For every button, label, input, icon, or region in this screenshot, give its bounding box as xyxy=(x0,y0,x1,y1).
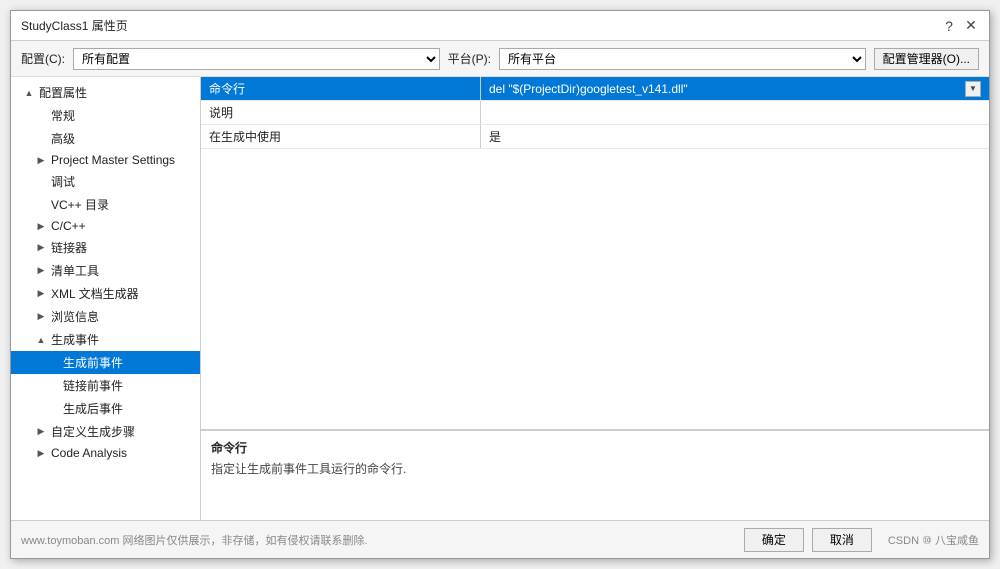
config-manager-button[interactable]: 配置管理器(O)... xyxy=(874,48,979,70)
tree-label-post-build: 生成后事件 xyxy=(63,400,123,417)
tree-item-root[interactable]: ▲ 配置属性 xyxy=(11,81,200,104)
tree-item-xml-gen[interactable]: ▶ XML 文档生成器 xyxy=(11,282,200,305)
title-buttons: ? ✕ xyxy=(941,18,979,34)
prop-name-use-in-build: 在生成中使用 xyxy=(201,125,481,148)
tree-toggle-custom-build: ▶ xyxy=(35,426,47,438)
platform-select[interactable]: 所有平台 xyxy=(499,48,866,70)
tree-item-code-analysis[interactable]: ▶ Code Analysis xyxy=(11,443,200,463)
prop-value-description xyxy=(481,101,989,124)
tree-toggle-manifest: ▶ xyxy=(35,265,47,277)
tree-label-code-analysis: Code Analysis xyxy=(51,446,127,460)
tree-panel: ▲ 配置属性常规高级 ▶ Project Master Settings 调试 VC++ … xyxy=(11,77,201,520)
tree-label-link-event: 链接前事件 xyxy=(63,377,123,394)
config-select[interactable]: 所有配置 xyxy=(73,48,440,70)
tree-spacer-post-build xyxy=(47,403,59,415)
tree-toggle-cpp: ▶ xyxy=(35,220,47,232)
tree-spacer-debug xyxy=(35,176,47,188)
content-panel: 命令行del "$(ProjectDir)googletest_v141.dll… xyxy=(201,77,989,520)
title-bar: StudyClass1 属性页 ? ✕ xyxy=(11,11,989,41)
tree-item-project-master[interactable]: ▶ Project Master Settings xyxy=(11,150,200,170)
tree-label-advanced: 高级 xyxy=(51,130,75,147)
tree-label-general: 常规 xyxy=(51,107,75,124)
tree-item-debug[interactable]: 调试 xyxy=(11,170,200,193)
tree-toggle-xml-gen: ▶ xyxy=(35,288,47,300)
property-grid: 命令行del "$(ProjectDir)googletest_v141.dll… xyxy=(201,77,989,430)
prop-value-text-use-in-build: 是 xyxy=(489,128,501,145)
close-button[interactable]: ✕ xyxy=(963,18,979,34)
tree-item-manifest[interactable]: ▶ 清单工具 xyxy=(11,259,200,282)
bottom-right-label: CSDN ⑩ 八宝咸鱼 xyxy=(888,532,979,548)
tree-item-cpp[interactable]: ▶ C/C++ xyxy=(11,216,200,236)
prop-dropdown-command[interactable]: ▼ xyxy=(965,81,981,97)
tree-label-pre-build: 生成前事件 xyxy=(63,354,123,371)
tree-label-linker: 链接器 xyxy=(51,239,87,256)
tree-label-vcpp-dirs: VC++ 目录 xyxy=(51,196,109,213)
dialog-title: StudyClass1 属性页 xyxy=(21,17,128,34)
tree-toggle-linker: ▶ xyxy=(35,242,47,254)
cancel-button[interactable]: 取消 xyxy=(812,528,872,552)
tree-label-xml-gen: XML 文档生成器 xyxy=(51,285,139,302)
tree-item-advanced[interactable]: 高级 xyxy=(11,127,200,150)
tree-label-debug: 调试 xyxy=(51,173,75,190)
tree-item-custom-build[interactable]: ▶ 自定义生成步骤 xyxy=(11,420,200,443)
tree-toggle-build-events: ▲ xyxy=(35,334,47,346)
tree-toggle-root: ▲ xyxy=(23,87,35,99)
tree-label-manifest: 清单工具 xyxy=(51,262,99,279)
tree-item-general[interactable]: 常规 xyxy=(11,104,200,127)
tree-toggle-project-master: ▶ xyxy=(35,154,47,166)
prop-name-description: 说明 xyxy=(201,101,481,124)
tree-spacer-advanced xyxy=(35,133,47,145)
help-button[interactable]: ? xyxy=(941,18,957,34)
platform-label: 平台(P): xyxy=(448,50,491,67)
tree-item-link-event[interactable]: 链接前事件 xyxy=(11,374,200,397)
tree-toggle-code-analysis: ▶ xyxy=(35,447,47,459)
watermark: www.toymoban.com 网络图片仅供展示，非存储，如有侵权请联系删除. xyxy=(21,532,368,548)
tree-label-root: 配置属性 xyxy=(39,84,87,101)
bottom-buttons: 确定 取消 CSDN ⑩ 八宝咸鱼 xyxy=(744,528,979,552)
prop-value-command: del "$(ProjectDir)googletest_v141.dll" ▼ xyxy=(481,77,989,100)
prop-row-use-in-build[interactable]: 在生成中使用是 xyxy=(201,125,989,149)
prop-value-text-command: del "$(ProjectDir)googletest_v141.dll" xyxy=(489,82,688,96)
tree-label-project-master: Project Master Settings xyxy=(51,153,175,167)
dialog: StudyClass1 属性页 ? ✕ 配置(C): 所有配置 平台(P): 所… xyxy=(10,10,990,559)
prop-row-command[interactable]: 命令行del "$(ProjectDir)googletest_v141.dll… xyxy=(201,77,989,101)
tree-spacer-pre-build xyxy=(47,357,59,369)
prop-value-use-in-build: 是 xyxy=(481,125,989,148)
main-area: ▲ 配置属性常规高级 ▶ Project Master Settings 调试 VC++ … xyxy=(11,77,989,520)
config-label: 配置(C): xyxy=(21,50,65,67)
tree-label-browse: 浏览信息 xyxy=(51,308,99,325)
tree-item-build-events[interactable]: ▲ 生成事件 xyxy=(11,328,200,351)
description-text: 指定让生成前事件工具运行的命令行. xyxy=(211,460,979,478)
tree-item-linker[interactable]: ▶ 链接器 xyxy=(11,236,200,259)
tree-label-build-events: 生成事件 xyxy=(51,331,99,348)
prop-name-command: 命令行 xyxy=(201,77,481,100)
tree-spacer-general xyxy=(35,110,47,122)
tree-label-custom-build: 自定义生成步骤 xyxy=(51,423,135,440)
tree-spacer-vcpp-dirs xyxy=(35,199,47,211)
tree-label-cpp: C/C++ xyxy=(51,219,86,233)
tree-item-vcpp-dirs[interactable]: VC++ 目录 xyxy=(11,193,200,216)
toolbar: 配置(C): 所有配置 平台(P): 所有平台 配置管理器(O)... xyxy=(11,41,989,77)
tree-item-pre-build[interactable]: 生成前事件 xyxy=(11,351,200,374)
ok-button[interactable]: 确定 xyxy=(744,528,804,552)
prop-row-description[interactable]: 说明 xyxy=(201,101,989,125)
description-title: 命令行 xyxy=(211,439,979,456)
bottom-bar: www.toymoban.com 网络图片仅供展示，非存储，如有侵权请联系删除.… xyxy=(11,520,989,558)
description-area: 命令行 指定让生成前事件工具运行的命令行. xyxy=(201,430,989,520)
tree-spacer-link-event xyxy=(47,380,59,392)
tree-item-post-build[interactable]: 生成后事件 xyxy=(11,397,200,420)
tree-toggle-browse: ▶ xyxy=(35,311,47,323)
tree-item-browse[interactable]: ▶ 浏览信息 xyxy=(11,305,200,328)
